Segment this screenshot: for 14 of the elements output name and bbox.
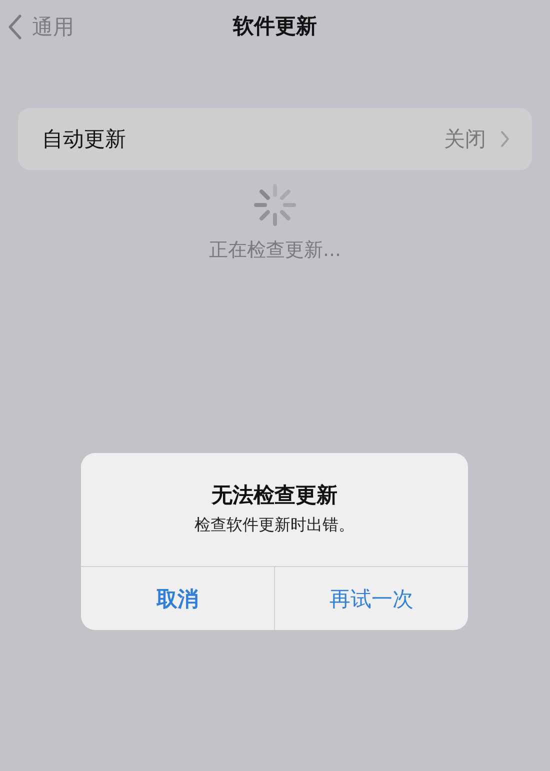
spinner-icon (253, 183, 297, 227)
back-chevron-icon (8, 14, 22, 40)
row-label: 自动更新 (42, 126, 127, 153)
alert-message: 检查软件更新时出错。 (194, 515, 354, 536)
page-title: 软件更新 (233, 13, 317, 40)
row-value: 关闭 (444, 126, 486, 153)
chevron-icon (500, 130, 510, 148)
cancel-button[interactable]: 取消 (81, 567, 274, 630)
back-label[interactable]: 通用 (32, 13, 74, 41)
retry-button[interactable]: 再试一次 (274, 567, 468, 630)
settings-row[interactable]: 自动更新 关闭 (18, 108, 532, 170)
back-button[interactable]: 通用 (8, 13, 74, 41)
alert-title: 无法检查更新 (212, 482, 338, 509)
status-text: 正在检查更新... (208, 238, 342, 263)
